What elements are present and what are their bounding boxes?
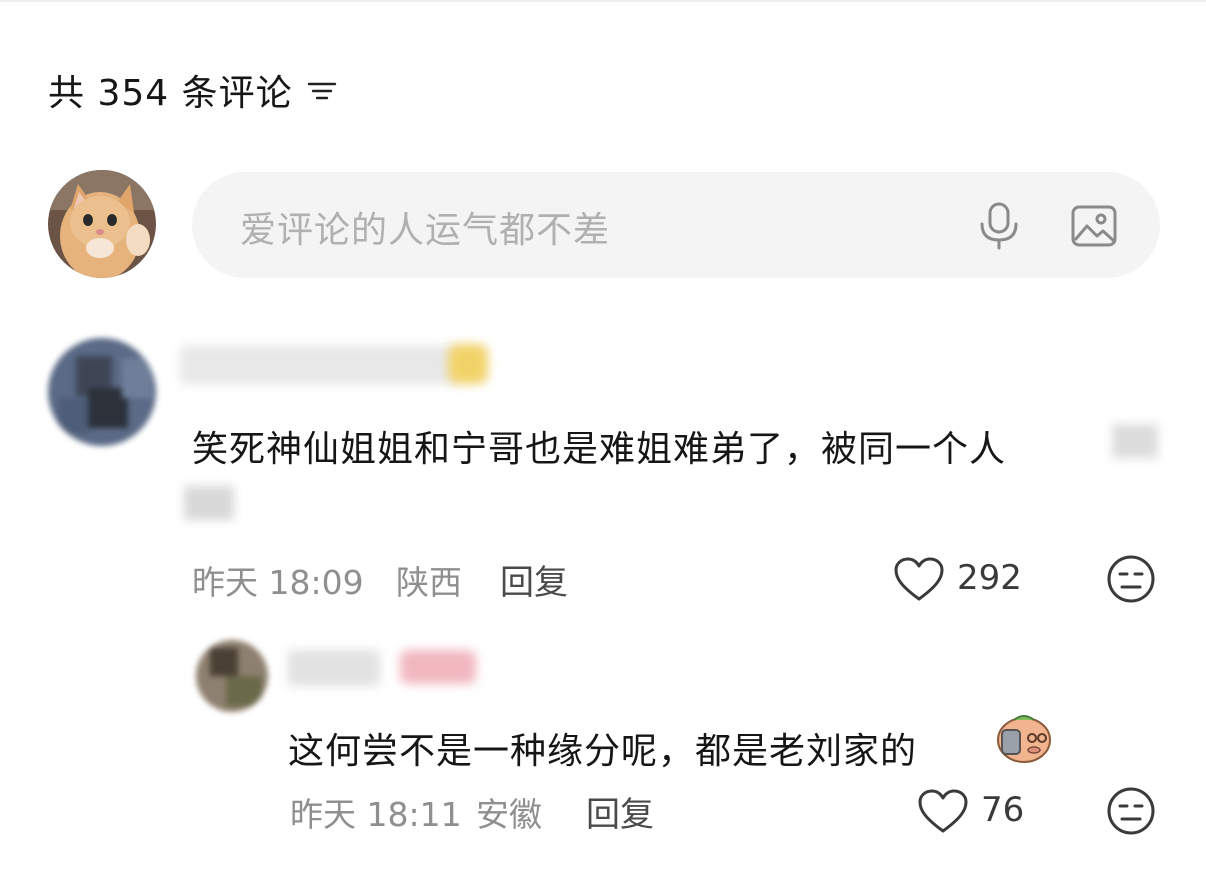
reply-location: 安徽 bbox=[476, 795, 542, 834]
masked-username bbox=[288, 650, 380, 686]
masked-badge bbox=[448, 344, 488, 384]
comment-location: 陕西 bbox=[396, 563, 462, 602]
pig-emoji-icon bbox=[997, 715, 1051, 763]
reply-button[interactable]: 回复 bbox=[586, 787, 654, 836]
reply-commenter-avatar[interactable] bbox=[196, 640, 268, 712]
comment-count: 共 354 条评论 bbox=[48, 73, 293, 114]
my-avatar[interactable] bbox=[48, 170, 156, 278]
masked-text bbox=[1112, 424, 1158, 458]
filter-lines-icon[interactable] bbox=[307, 75, 337, 105]
like-count: 76 bbox=[981, 790, 1025, 830]
comment-time: 昨天 18:09 bbox=[192, 563, 364, 602]
comment-input-placeholder: 爱评论的人运气都不差 bbox=[240, 210, 611, 251]
comment-text: 笑死神仙姐姐和宁哥也是难姐难弟了，被同一个人 bbox=[192, 429, 1007, 470]
comments-header: 共 354 条评论 bbox=[48, 62, 337, 118]
reply-button[interactable]: 回复 bbox=[500, 555, 568, 604]
masked-username bbox=[180, 346, 458, 384]
microphone-icon[interactable] bbox=[976, 202, 1022, 250]
heart-icon[interactable] bbox=[917, 788, 969, 834]
image-icon[interactable] bbox=[1070, 204, 1118, 248]
like-count: 292 bbox=[957, 558, 1022, 598]
top-divider bbox=[0, 0, 1206, 2]
dislike-face-icon[interactable] bbox=[1106, 554, 1156, 604]
comment-input[interactable]: 爱评论的人运气都不差 bbox=[192, 172, 1160, 278]
masked-badge bbox=[400, 650, 476, 684]
reply-text: 这何尝不是一种缘分呢，都是老刘家的 bbox=[288, 731, 918, 772]
dislike-face-icon[interactable] bbox=[1106, 786, 1156, 836]
heart-icon[interactable] bbox=[893, 556, 945, 602]
masked-text bbox=[184, 486, 234, 520]
reply-time: 昨天 18:11 bbox=[290, 795, 462, 834]
commenter-avatar[interactable] bbox=[48, 338, 156, 446]
